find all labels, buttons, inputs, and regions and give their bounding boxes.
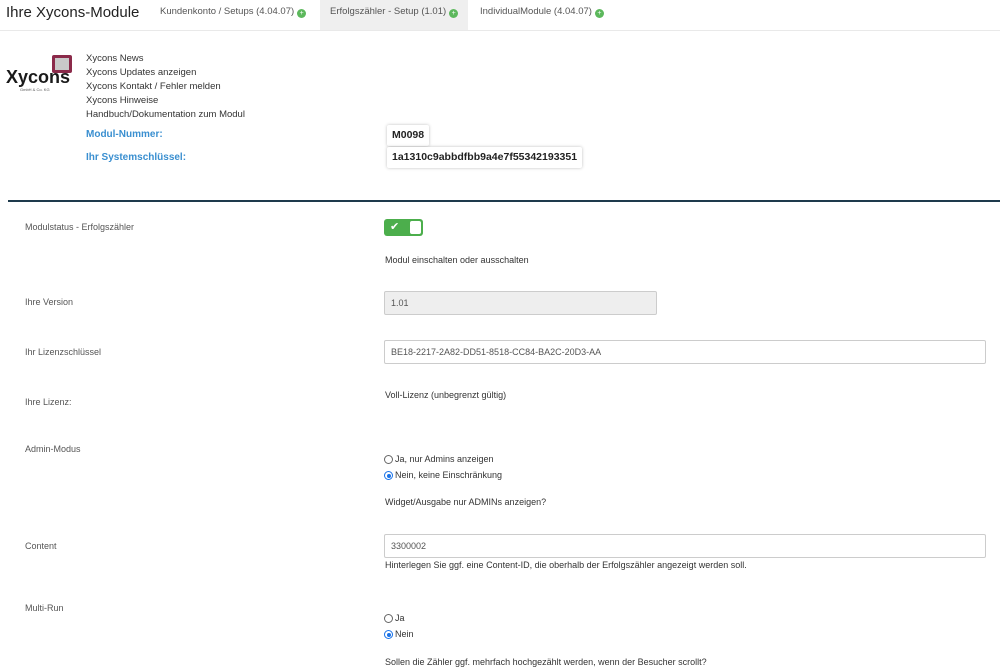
xycons-links: Xycons News Xycons Updates anzeigen Xyco… <box>86 52 245 122</box>
version-label: Ihre Version <box>25 297 74 307</box>
tab-label: Kundenkonto / Setups (4.04.07) <box>160 6 295 17</box>
top-bar: Ihre Xycons-Module Kundenkonto / Setups … <box>0 0 1000 31</box>
version-field: 1.01 <box>384 291 657 315</box>
content-label: Content <box>25 541 57 551</box>
module-number-label: Modul-Nummer: <box>86 129 163 140</box>
multi-run-help: Sollen die Zähler ggf. mehrfach hochgezä… <box>385 657 707 667</box>
radio-unchecked[interactable] <box>384 614 393 623</box>
content-help: Hinterlegen Sie ggf. eine Content-ID, di… <box>385 560 747 570</box>
content-field[interactable]: 3300002 <box>384 534 986 558</box>
admin-mode-option-no[interactable]: Nein, keine Einschränkung <box>384 469 502 481</box>
svg-text:Xycons: Xycons <box>6 67 70 87</box>
check-icon: ✔ <box>390 221 400 233</box>
license-value: Voll-Lizenz (unbegrenzt gültig) <box>385 390 507 400</box>
admin-mode-option-yes[interactable]: Ja, nur Admins anzeigen <box>384 453 494 465</box>
plus-circle-icon: + <box>449 9 459 18</box>
module-number-value: M0098 <box>387 125 430 146</box>
modulstatus-help: Modul einschalten oder ausschalten <box>385 255 529 265</box>
radio-checked[interactable] <box>384 630 393 639</box>
link-hints[interactable]: Xycons Hinweise <box>86 94 245 108</box>
system-key-label: Ihr Systemschlüssel: <box>86 152 187 163</box>
plus-circle-icon: + <box>594 9 604 18</box>
svg-text:GmbH & Co. KG: GmbH & Co. KG <box>20 87 50 92</box>
license-key-label: Ihr Lizenzschlüssel <box>25 347 102 357</box>
radio-label: Ja, nur Admins anzeigen <box>395 454 494 464</box>
radio-label: Ja <box>395 613 405 623</box>
link-manual[interactable]: Handbuch/Dokumentation zum Modul <box>86 108 245 122</box>
tab-label: Erfolgszähler - Setup (1.01) <box>330 6 447 17</box>
toggle-knob <box>410 221 421 234</box>
page-title: Ihre Xycons-Module <box>6 4 140 21</box>
multi-run-option-yes[interactable]: Ja <box>384 612 405 624</box>
modulstatus-label: Modulstatus - Erfolgszähler <box>25 222 135 232</box>
multi-run-option-no[interactable]: Nein <box>384 628 414 640</box>
tab-individualmodule[interactable]: IndividualModule (4.04.07) + <box>470 0 614 30</box>
link-contact[interactable]: Xycons Kontakt / Fehler melden <box>86 80 245 94</box>
tab-erfolgszaehler[interactable]: Erfolgszähler - Setup (1.01) + <box>320 0 469 30</box>
admin-mode-help: Widget/Ausgabe nur ADMINs anzeigen? <box>385 497 547 507</box>
license-key-field[interactable]: BE18-2217-2A82-DD51-8518-CC84-BA2C-20D3-… <box>384 340 986 364</box>
radio-checked[interactable] <box>384 471 393 480</box>
plus-circle-icon: + <box>297 9 307 18</box>
modulstatus-toggle[interactable]: ✔ <box>384 219 423 236</box>
radio-label: Nein <box>395 629 414 639</box>
tab-label: IndividualModule (4.04.07) <box>480 6 592 17</box>
tab-kundenkonto[interactable]: Kundenkonto / Setups (4.04.07) + <box>150 0 316 30</box>
link-news[interactable]: Xycons News <box>86 52 245 66</box>
license-label: Ihre Lizenz: <box>25 397 72 407</box>
xycons-logo: Xycons GmbH & Co. KG <box>6 55 72 92</box>
radio-unchecked[interactable] <box>384 455 393 464</box>
admin-mode-label: Admin-Modus <box>25 444 81 454</box>
radio-label: Nein, keine Einschränkung <box>395 470 503 480</box>
link-updates[interactable]: Xycons Updates anzeigen <box>86 66 245 80</box>
multi-run-label: Multi-Run <box>25 603 64 613</box>
system-key-value: 1a1310c9abbdfbb9a4e7f55342193351 <box>387 147 583 168</box>
section-divider <box>8 200 1000 202</box>
